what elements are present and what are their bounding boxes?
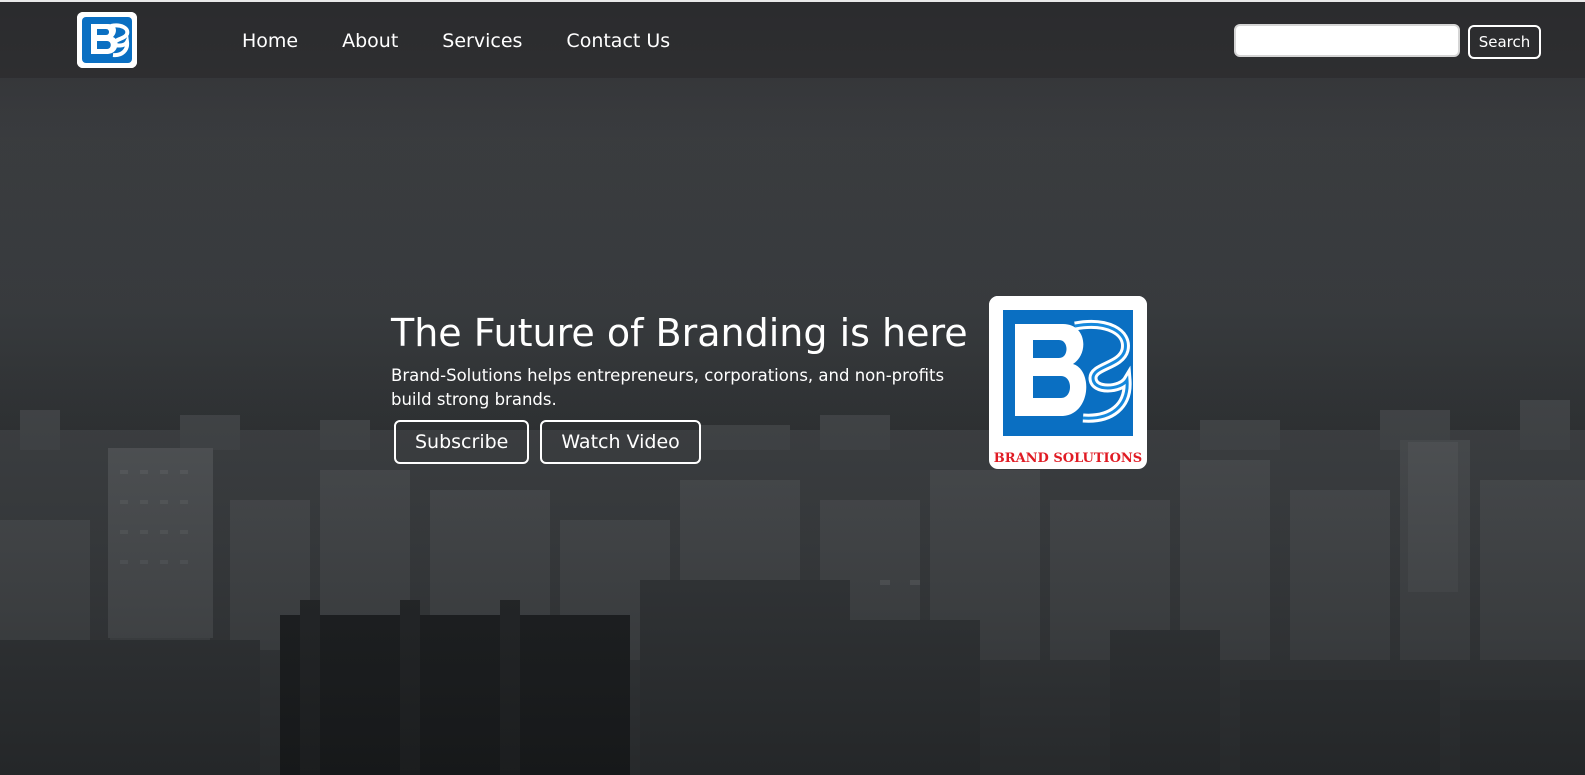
bs-logo-large-icon [989, 296, 1147, 446]
subscribe-button[interactable]: Subscribe [394, 420, 530, 464]
search-input[interactable] [1234, 24, 1460, 57]
nav-services-link[interactable]: Services [442, 28, 522, 54]
page: Home About Services Contact Us Search Th… [0, 0, 1585, 775]
nav-logo-link[interactable] [77, 12, 137, 68]
hero-subtitle: Brand-Solutions helps entrepreneurs, cor… [391, 366, 945, 409]
nav-home-link[interactable]: Home [242, 28, 298, 54]
hero-logo-caption: BRAND SOLUTIONS [993, 451, 1143, 466]
hero-title: The Future of Branding is here [391, 311, 968, 355]
nav-about-link[interactable]: About [342, 28, 398, 54]
hero-buttons: Subscribe Watch Video [394, 420, 971, 464]
hero-brand-logo: BRAND SOLUTIONS [989, 296, 1147, 469]
navbar: Home About Services Contact Us Search [0, 0, 1585, 78]
search-button[interactable]: Search [1468, 25, 1541, 59]
hero-content: The Future of Branding is here Brand-Sol… [391, 308, 971, 464]
bs-logo-icon [77, 12, 137, 68]
nav-contact-link[interactable]: Contact Us [566, 28, 670, 54]
watch-video-button[interactable]: Watch Video [540, 420, 701, 464]
nav-links: Home About Services Contact Us [242, 28, 714, 54]
